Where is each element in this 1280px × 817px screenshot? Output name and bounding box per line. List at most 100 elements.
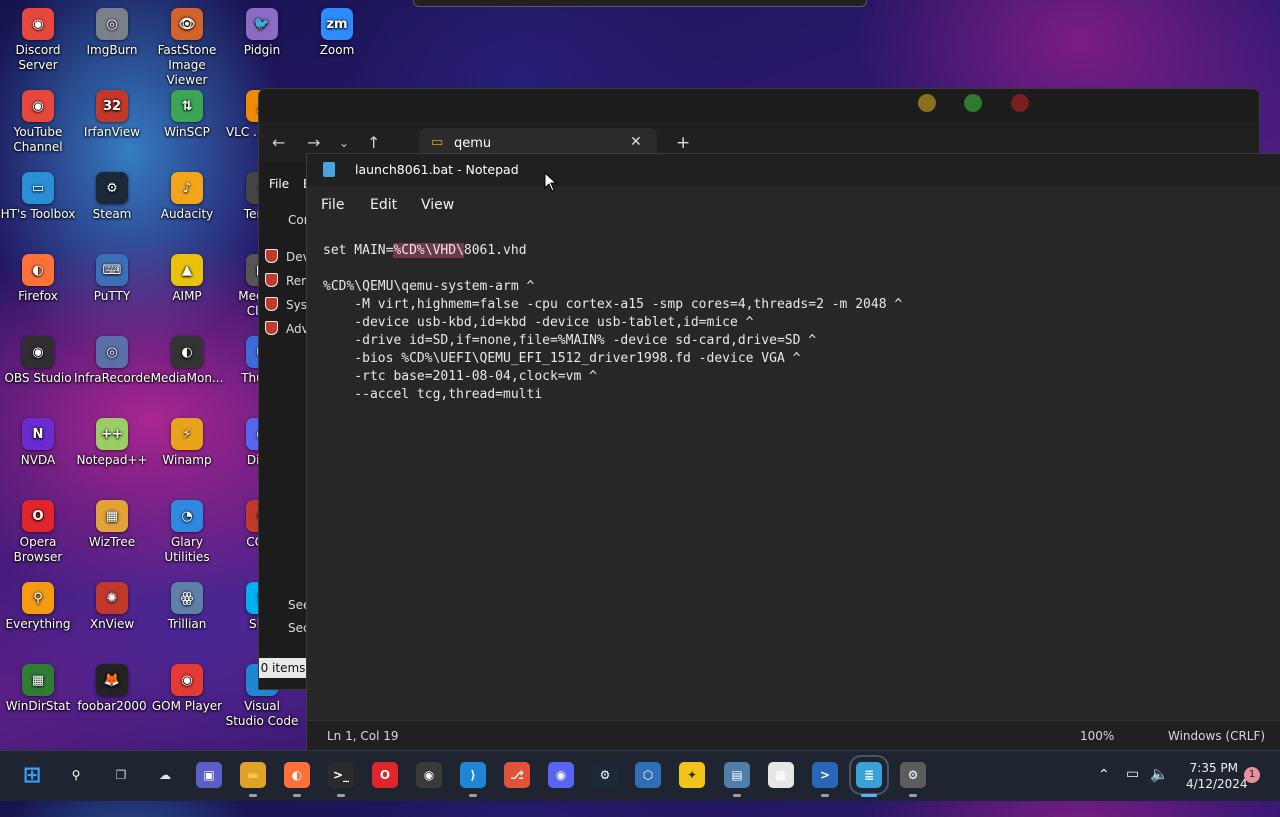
desktop-icon-winscp[interactable]: ⇅ WinSCP xyxy=(149,90,225,140)
new-tab-icon[interactable]: + xyxy=(676,133,690,153)
desktop-icon-putty[interactable]: ⌨ PuTTY xyxy=(74,254,150,304)
zoom-level: 100% xyxy=(1080,729,1115,743)
network-icon[interactable]: ▭ xyxy=(1126,766,1139,816)
desktop-icon-label: Glary Utilities xyxy=(164,535,210,564)
desktop-icon-label: WinSCP xyxy=(164,125,210,139)
app-icon: ⚡ xyxy=(171,418,203,450)
chevron-down-icon[interactable]: ⌄ xyxy=(339,136,349,150)
notepad-icon[interactable]: ≣ xyxy=(849,755,889,795)
close-tab-icon[interactable]: ✕ xyxy=(630,134,642,150)
desktop-icon-obs-studio[interactable]: ◉ OBS Studio xyxy=(0,336,76,386)
desktop-icon-everything[interactable]: ⚲ Everything xyxy=(0,582,76,632)
task-view-icon[interactable]: ❐ xyxy=(108,762,134,788)
search-icon[interactable]: ⚲ xyxy=(63,762,89,788)
desktop-icon-wiztree[interactable]: ▦ WizTree xyxy=(74,500,150,550)
start-button[interactable]: ⊞ xyxy=(19,762,45,788)
app-icon: ◉ xyxy=(22,8,54,40)
desktop-icon-audacity[interactable]: ♪ Audacity xyxy=(149,172,225,222)
desktop-icon-firefox[interactable]: ◐ Firefox xyxy=(0,254,76,304)
desktop-icon-pidgin[interactable]: 🐦 Pidgin xyxy=(224,8,300,58)
cursor-position: Ln 1, Col 19 xyxy=(327,729,399,743)
clock[interactable]: 7:35 PM 4/12/2024 xyxy=(1186,760,1248,810)
desktop-icon-foobar2000[interactable]: 🦊 foobar2000 xyxy=(74,664,150,714)
text-line: -rtc base=2011-08-04,clock=vm ^ xyxy=(323,368,597,386)
vscode-icon[interactable]: ⟩ xyxy=(460,762,486,788)
desktop-icon-gom-player[interactable]: ◉ GOM Player xyxy=(149,664,225,714)
up-arrow-icon[interactable]: ↑ xyxy=(367,133,380,152)
tab-label: qemu xyxy=(454,136,492,151)
desktop-icon-xnview[interactable]: ✺ XnView xyxy=(74,582,150,632)
discord-icon[interactable]: ◉ xyxy=(548,762,574,788)
menu-file[interactable]: File xyxy=(321,197,344,213)
desktop-icon-nvda[interactable]: N NVDA xyxy=(0,418,76,468)
weather-icon[interactable]: ☁ xyxy=(152,762,178,788)
desktop-icon-mediamon[interactable]: ◐ MediaMon... xyxy=(149,336,225,386)
desktop-icon-label: Discord Server xyxy=(15,43,61,72)
virtualbox-icon[interactable]: ⬡ xyxy=(635,762,661,788)
terminal-icon[interactable]: >_ xyxy=(328,762,354,788)
desktop-icon-winamp[interactable]: ⚡ Winamp xyxy=(149,418,225,468)
notepad-title-bar[interactable]: launch8061.bat - Notepad xyxy=(307,154,1280,186)
text-line: -bios %CD%\UEFI\QEMU_EFI_1512_driver1998… xyxy=(323,350,800,368)
desktop-icon-windirstat[interactable]: ▦ WinDirStat xyxy=(0,664,76,714)
resource-monitor-icon[interactable]: ▤ xyxy=(724,762,750,788)
desktop-icon-irfanview[interactable]: 32 IrfanView xyxy=(74,90,150,140)
back-arrow-icon[interactable]: ← xyxy=(272,133,285,152)
app-icon: 🦊 xyxy=(96,664,128,696)
git-icon[interactable]: ⎇ xyxy=(504,762,530,788)
explorer-list-item[interactable]: Adv xyxy=(265,321,309,336)
desktop-icon-label: Steam xyxy=(92,207,132,221)
notepad-window[interactable]: launch8061.bat - Notepad File Edit View … xyxy=(306,153,1280,752)
jdownloader-icon[interactable]: ✦ xyxy=(679,762,705,788)
desktop-icon-label: Firefox xyxy=(18,289,58,303)
line-text: -device usb-kbd,id=kbd -device usb-table… xyxy=(323,315,754,330)
desktop-icon-opera-browser[interactable]: O Opera Browser xyxy=(0,500,76,565)
desktop-icon-notepad[interactable]: ++ Notepad++ xyxy=(74,418,150,468)
desktop-icon-label: PuTTY xyxy=(93,289,131,303)
desktop-icon-aimp[interactable]: ▲ AIMP xyxy=(149,254,225,304)
app-icon: ⚲ xyxy=(22,582,54,614)
mouse-cursor-icon xyxy=(544,172,557,192)
settings-icon[interactable]: ⚙ xyxy=(900,762,926,788)
shield-icon xyxy=(265,297,278,311)
text-line: -drive id=SD,if=none,file=%MAIN% -device… xyxy=(323,332,816,350)
desktop-icon-zoom[interactable]: zm Zoom xyxy=(299,8,375,58)
desktop-icon-label: AIMP xyxy=(172,289,202,303)
forward-arrow-icon[interactable]: → xyxy=(307,133,320,152)
close-dot-icon[interactable] xyxy=(1011,94,1029,112)
volume-icon[interactable]: 🔈 xyxy=(1150,765,1169,815)
explorer-menu-file[interactable]: File xyxy=(269,177,289,191)
explorer-list-item[interactable]: Dev xyxy=(265,249,310,264)
steam-icon[interactable]: ⚙ xyxy=(592,762,618,788)
desktop-icon-glary-utilities[interactable]: ◔ Glary Utilities xyxy=(149,500,225,565)
teams-icon[interactable]: ▣ xyxy=(196,762,222,788)
maximize-dot-icon[interactable] xyxy=(964,94,982,112)
show-hidden-icons-icon[interactable]: ⌃ xyxy=(1098,767,1110,817)
running-indicator xyxy=(249,794,257,797)
text-line: -device usb-kbd,id=kbd -device usb-table… xyxy=(323,314,753,332)
desktop-icon-steam[interactable]: ⚙ Steam xyxy=(74,172,150,222)
notification-badge[interactable]: 1 xyxy=(1244,767,1260,783)
app-icon: ▦ xyxy=(96,500,128,532)
obs-icon[interactable]: ◉ xyxy=(416,762,442,788)
explorer-list-item[interactable]: Syst xyxy=(265,297,312,312)
desktop-icon-label: Pidgin xyxy=(243,43,281,57)
desktop-icon-infrarecorder[interactable]: ◎ InfraRecorder xyxy=(74,336,155,386)
text-editor[interactable]: set MAIN=%CD%\VHD\8061.vhd %CD%\QEMU\qemu… xyxy=(307,230,1280,721)
desktop-icon-trillian[interactable]: ꙮ Trillian xyxy=(149,582,225,632)
menu-edit[interactable]: Edit xyxy=(370,197,397,213)
file-explorer-icon[interactable]: ▬ xyxy=(240,762,266,788)
powershell-icon[interactable]: > xyxy=(812,762,838,788)
opera-icon[interactable]: O xyxy=(372,762,398,788)
explorer-list-item[interactable]: Ren xyxy=(265,273,309,288)
desktop-icon-imgburn[interactable]: ◎ ImgBurn xyxy=(74,8,150,58)
minimize-dot-icon[interactable] xyxy=(918,94,936,112)
desktop-icon-youtube-channel[interactable]: ◉ YouTube Channel xyxy=(0,90,76,155)
store-icon[interactable]: ▦ xyxy=(768,762,794,788)
desktop-icon-ht-s-toolbox[interactable]: ▭ HT's Toolbox xyxy=(0,172,76,222)
desktop-icon-discord-server[interactable]: ◉ Discord Server xyxy=(0,8,76,73)
firefox-icon[interactable]: ◐ xyxy=(284,762,310,788)
desktop-icon-faststone-image-viewer[interactable]: 👁 FastStone Image Viewer xyxy=(149,8,225,88)
app-icon: ▲ xyxy=(171,254,203,286)
menu-view[interactable]: View xyxy=(421,197,454,213)
